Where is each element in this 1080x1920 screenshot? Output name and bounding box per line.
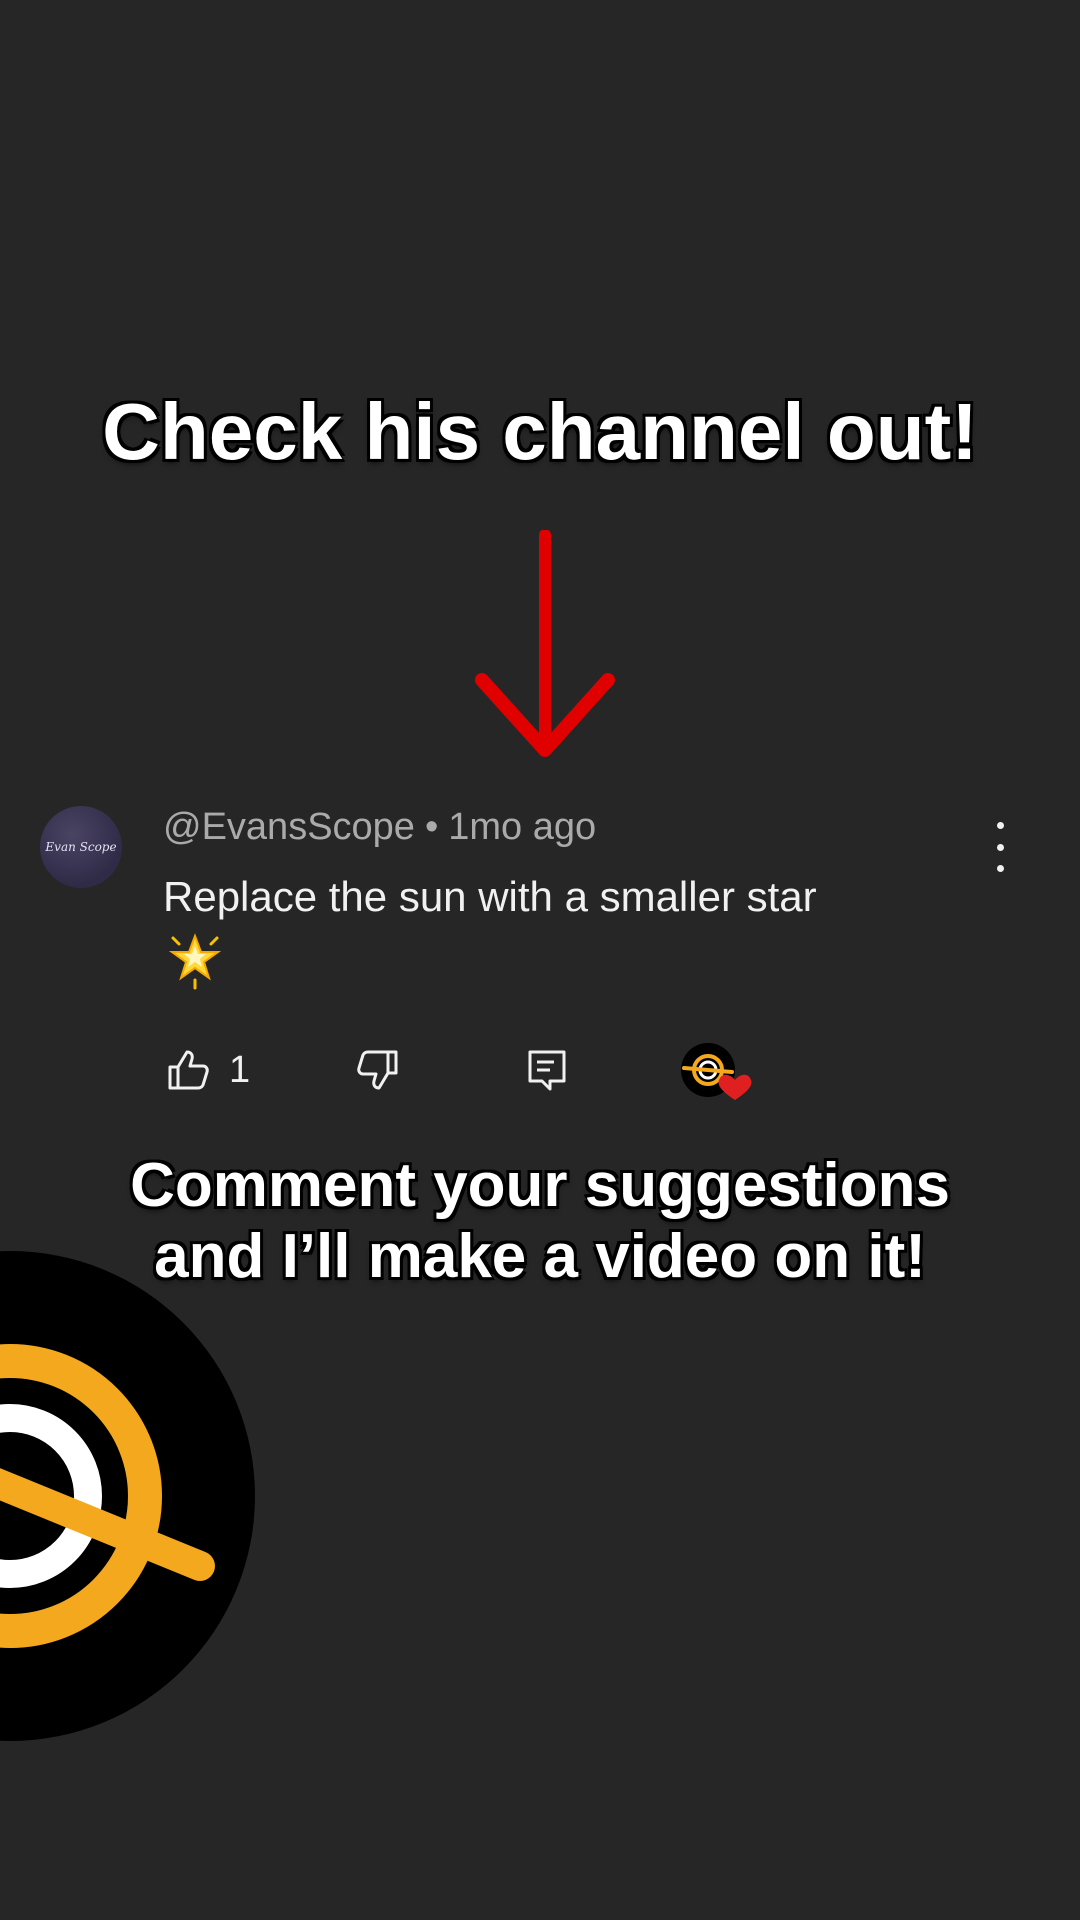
arrow-down-icon: [475, 530, 615, 757]
comment-username[interactable]: @EvansScope: [163, 806, 415, 848]
avatar[interactable]: Evan Scope: [40, 806, 122, 888]
reply-button[interactable]: [524, 1045, 570, 1095]
thumb-down-icon: [357, 1050, 398, 1090]
like-button[interactable]: 1: [165, 1045, 250, 1095]
meta-separator: •: [424, 806, 439, 848]
avatar-text: Evan Scope: [45, 840, 117, 854]
comment-text: Replace the sun with a smaller star: [163, 873, 817, 920]
more-vert-icon: [996, 822, 1004, 829]
creator-heart-icon: [681, 1043, 752, 1100]
thumb-up-icon: [168, 1050, 209, 1090]
like-count: 1: [229, 1048, 251, 1091]
overlay-title: Check his channel out!: [102, 387, 978, 476]
comment-time: 1mo ago: [448, 806, 597, 848]
more-options-button[interactable]: [990, 822, 1010, 872]
caption-line-1: Comment your suggestions: [130, 1151, 950, 1220]
channel-logo: [0, 1251, 255, 1741]
glowing-star-icon: [168, 933, 222, 990]
comment-icon: [528, 1050, 566, 1091]
comment-meta: @EvansScope • 1mo ago: [163, 808, 596, 846]
dislike-button[interactable]: [355, 1045, 401, 1095]
